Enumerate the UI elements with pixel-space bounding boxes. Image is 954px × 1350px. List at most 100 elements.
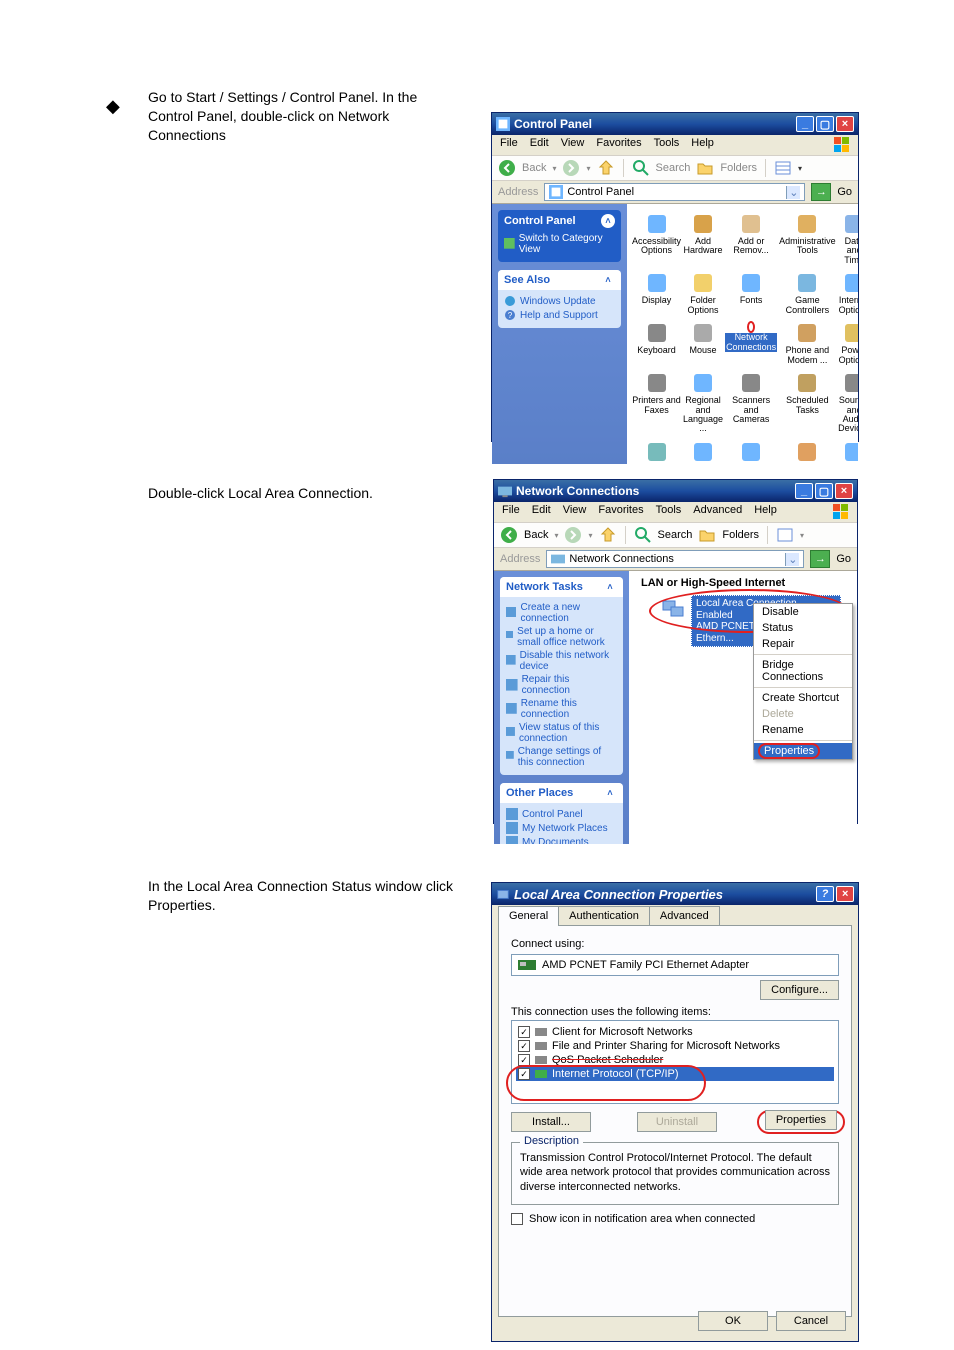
- ok-button[interactable]: OK: [698, 1311, 768, 1331]
- show-icon-row[interactable]: Show icon in notification area when conn…: [511, 1213, 839, 1225]
- cp-item[interactable]: Add or Remov...: [724, 210, 778, 267]
- tab-advanced[interactable]: Advanced: [649, 906, 720, 926]
- minimize-button[interactable]: _: [795, 483, 813, 499]
- chevron-up-icon[interactable]: ˄: [603, 786, 617, 800]
- cp-item[interactable]: Fonts: [724, 269, 778, 317]
- back-dropdown-icon[interactable]: ▾: [554, 531, 558, 540]
- cp-item[interactable]: VMware Tools: [837, 438, 858, 464]
- up-icon[interactable]: [597, 159, 615, 177]
- task-link[interactable]: Set up a home or small office network: [506, 625, 617, 649]
- cp-item[interactable]: Game Controllers: [778, 269, 837, 317]
- other-head[interactable]: Other Places ˄: [500, 783, 623, 803]
- cp-item[interactable]: Phone and Modem ...: [778, 319, 837, 367]
- menu-view[interactable]: View: [561, 137, 585, 153]
- menu-help[interactable]: Help: [754, 504, 777, 520]
- control-panel-grid[interactable]: Accessibility OptionsAdd HardwareAdd or …: [627, 204, 858, 464]
- folders-icon[interactable]: [696, 159, 714, 177]
- search-icon[interactable]: [632, 159, 650, 177]
- context-menu-item-create-shortcut[interactable]: Create Shortcut: [754, 690, 852, 706]
- address-dropdown-icon[interactable]: ⌄: [785, 553, 799, 566]
- menu-view[interactable]: View: [563, 504, 587, 520]
- search-label[interactable]: Search: [656, 162, 691, 174]
- tab-general[interactable]: General: [498, 906, 559, 926]
- context-menu-item-rename[interactable]: Rename: [754, 722, 852, 738]
- minimize-button[interactable]: _: [796, 116, 814, 132]
- task-link[interactable]: Change settings of this connection: [506, 745, 617, 769]
- context-menu-item-repair[interactable]: Repair: [754, 636, 852, 652]
- address-input[interactable]: Control Panel ⌄: [544, 183, 805, 201]
- other-link[interactable]: My Documents: [506, 835, 617, 844]
- context-menu-item-bridge-connections[interactable]: Bridge Connections: [754, 657, 852, 685]
- up-icon[interactable]: [599, 526, 617, 544]
- menu-advanced[interactable]: Advanced: [693, 504, 742, 520]
- nc-titlebar[interactable]: Network Connections _ ▢ ×: [494, 480, 857, 502]
- cp-item[interactable]: Sounds and Audio Devices: [837, 369, 858, 436]
- menu-help[interactable]: Help: [691, 137, 714, 153]
- tab-authentication[interactable]: Authentication: [558, 906, 650, 926]
- forward-dropdown-icon[interactable]: ▾: [586, 164, 590, 173]
- control-panel-titlebar[interactable]: Control Panel _ ▢ ×: [492, 113, 858, 135]
- cp-item[interactable]: Date and Time: [837, 210, 858, 267]
- cp-item[interactable]: Keyboard: [631, 319, 682, 367]
- see-also-head[interactable]: See Also ˄: [498, 270, 621, 290]
- folders-icon[interactable]: [698, 526, 716, 544]
- menu-favorites[interactable]: Favorites: [596, 137, 641, 153]
- other-link[interactable]: Control Panel: [506, 807, 617, 821]
- help-button[interactable]: ?: [816, 886, 834, 902]
- back-dropdown-icon[interactable]: ▾: [552, 164, 556, 173]
- address-dropdown-icon[interactable]: ⌄: [786, 186, 800, 199]
- cp-item[interactable]: Power Options: [837, 319, 858, 367]
- back-icon[interactable]: [498, 159, 516, 177]
- properties-button[interactable]: Properties: [765, 1110, 837, 1130]
- task-link[interactable]: Rename this connection: [506, 697, 617, 721]
- task-link[interactable]: Create a new connection: [506, 601, 617, 625]
- views-icon[interactable]: [774, 159, 792, 177]
- views-dropdown-icon[interactable]: ▾: [800, 531, 804, 540]
- item-file-printer[interactable]: ✓ File and Printer Sharing for Microsoft…: [516, 1039, 834, 1053]
- close-button[interactable]: ×: [836, 886, 854, 902]
- menu-file[interactable]: File: [502, 504, 520, 520]
- back-icon[interactable]: [500, 526, 518, 544]
- cp-item[interactable]: Administrative Tools: [778, 210, 837, 267]
- windows-update-link[interactable]: Windows Update: [504, 294, 615, 308]
- folders-label[interactable]: Folders: [720, 162, 757, 174]
- nc-content[interactable]: LAN or High-Speed Internet Local Area Co…: [629, 571, 857, 844]
- views-icon[interactable]: [776, 526, 794, 544]
- other-link[interactable]: My Network Places: [506, 821, 617, 835]
- cp-item[interactable]: Scheduled Tasks: [778, 369, 837, 436]
- menu-edit[interactable]: Edit: [532, 504, 551, 520]
- chevron-up-icon[interactable]: ˄: [603, 580, 617, 594]
- install-button[interactable]: Install...: [511, 1112, 591, 1132]
- maximize-button[interactable]: ▢: [815, 483, 833, 499]
- search-icon[interactable]: [634, 526, 652, 544]
- task-link[interactable]: Disable this network device: [506, 649, 617, 673]
- menu-favorites[interactable]: Favorites: [598, 504, 643, 520]
- cp-item[interactable]: Display: [631, 269, 682, 317]
- cp-item[interactable]: Internet Options: [837, 269, 858, 317]
- context-menu-item-properties[interactable]: Properties: [754, 743, 852, 759]
- configure-button[interactable]: Configure...: [760, 980, 839, 1000]
- menu-edit[interactable]: Edit: [530, 137, 549, 153]
- context-menu-item-status[interactable]: Status: [754, 620, 852, 636]
- chevron-up-icon[interactable]: ˄: [601, 273, 615, 287]
- switch-category-link[interactable]: Switch to Category View: [504, 232, 615, 256]
- cancel-button[interactable]: Cancel: [776, 1311, 846, 1331]
- cp-item[interactable]: Folder Options: [682, 269, 724, 317]
- views-dropdown-icon[interactable]: ▾: [798, 164, 802, 173]
- search-label[interactable]: Search: [658, 529, 693, 541]
- chevron-up-icon[interactable]: ˄: [601, 214, 615, 228]
- maximize-button[interactable]: ▢: [816, 116, 834, 132]
- tasks-head[interactable]: Network Tasks ˄: [500, 577, 623, 597]
- context-menu-item-disable[interactable]: Disable: [754, 604, 852, 620]
- back-label[interactable]: Back: [524, 529, 548, 541]
- go-button[interactable]: →: [811, 183, 831, 201]
- go-label[interactable]: Go: [836, 553, 851, 565]
- address-input[interactable]: Network Connections ⌄: [546, 550, 804, 568]
- menu-tools[interactable]: Tools: [656, 504, 682, 520]
- cp-item[interactable]: System: [682, 438, 724, 464]
- task-link[interactable]: Repair this connection: [506, 673, 617, 697]
- checkbox-icon[interactable]: ✓: [518, 1040, 530, 1052]
- cp-item[interactable]: User Accounts: [778, 438, 837, 464]
- cp-item[interactable]: Taskbar and: [724, 438, 778, 464]
- close-button[interactable]: ×: [836, 116, 854, 132]
